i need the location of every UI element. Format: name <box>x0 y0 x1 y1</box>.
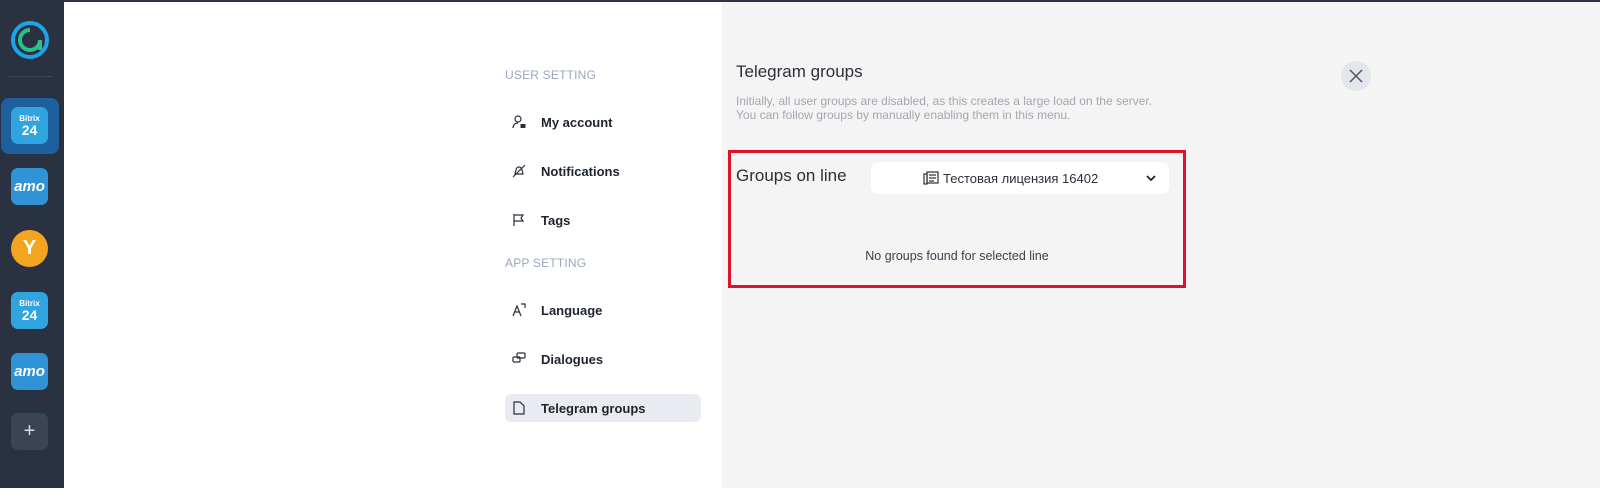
yandex-label: Y <box>22 237 37 259</box>
amocrm-app-1[interactable]: amo <box>11 168 48 205</box>
menu-item-notifications[interactable]: Notifications <box>505 157 701 185</box>
menu-item-label: Dialogues <box>541 351 604 367</box>
menu-item-tags[interactable]: Tags <box>505 206 701 234</box>
close-button[interactable] <box>1341 61 1371 91</box>
panel-title: Telegram groups <box>736 62 863 81</box>
amo-label: amo <box>14 363 45 380</box>
panel-description: Initially, all user groups are disabled,… <box>736 94 1153 122</box>
menu-item-label: Language <box>541 302 603 318</box>
yandex-app[interactable]: Y <box>11 230 48 267</box>
selected-line-value: Тестовая лицензия 16402 <box>943 171 1099 186</box>
user-lock-icon <box>511 114 527 130</box>
menu-item-telegram-groups[interactable]: Telegram groups <box>505 394 701 422</box>
bitrix-number: 24 <box>21 122 38 138</box>
menu-item-language[interactable]: Language <box>505 296 701 324</box>
amo-label: amo <box>14 178 45 195</box>
bitrix24-app-1[interactable]: Bitrix 24 <box>11 107 48 144</box>
document-icon <box>511 400 527 416</box>
chat-bubbles-icon <box>511 351 527 367</box>
chevron-down-icon <box>1146 175 1156 182</box>
flag-icon <box>511 212 527 228</box>
menu-item-dialogues[interactable]: Dialogues <box>505 345 701 373</box>
license-icon <box>923 171 939 185</box>
amocrm-app-2[interactable]: amo <box>11 353 48 390</box>
app-logo-icon[interactable] <box>10 20 50 60</box>
menu-item-label: Tags <box>541 212 571 228</box>
groups-on-line-label: Groups on line <box>736 166 847 185</box>
empty-state-message: No groups found for selected line <box>865 249 1049 263</box>
bitrix24-app-2[interactable]: Bitrix 24 <box>11 292 48 329</box>
menu-item-label: Telegram groups <box>541 400 646 416</box>
menu-item-label: My account <box>541 114 613 130</box>
line-select-dropdown[interactable]: Тестовая лицензия 16402 <box>871 162 1169 194</box>
rail-divider <box>8 76 52 77</box>
translate-icon <box>511 302 527 318</box>
app-rail: Bitrix 24 amo Y Bitrix 24 amo + <box>0 0 64 488</box>
plus-icon: + <box>23 420 36 442</box>
bell-off-icon <box>511 163 527 179</box>
app-setting-heading: APP SETTING <box>505 256 587 270</box>
bitrix-number: 24 <box>21 307 38 323</box>
menu-item-label: Notifications <box>541 163 620 179</box>
add-app-button[interactable]: + <box>11 413 48 450</box>
close-icon <box>1349 69 1363 83</box>
user-setting-heading: USER SETTING <box>505 68 597 82</box>
menu-item-my-account[interactable]: My account <box>505 108 701 136</box>
